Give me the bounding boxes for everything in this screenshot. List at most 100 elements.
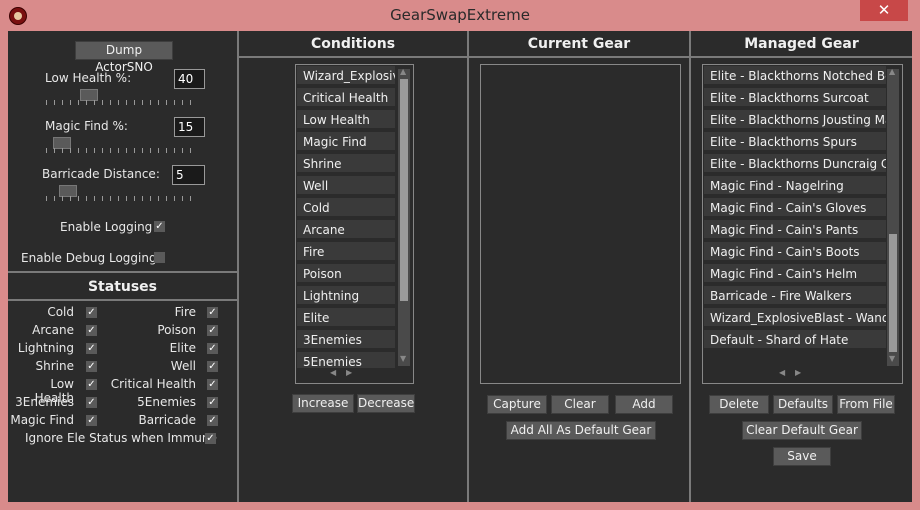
magic-find-input[interactable]: 15 xyxy=(174,117,205,137)
add-all-default-gear-button[interactable]: Add All As Default Gear xyxy=(506,421,656,440)
list-item[interactable]: Poison xyxy=(297,264,395,284)
status-checkbox[interactable]: ✓ xyxy=(86,379,97,390)
close-button[interactable]: ✕ xyxy=(860,0,908,21)
list-item[interactable]: Magic Find - Cain's Helm xyxy=(704,264,886,284)
status-label: Fire xyxy=(174,305,196,319)
list-item[interactable]: Arcane xyxy=(297,220,395,240)
capture-button[interactable]: Capture xyxy=(487,395,547,414)
status-checkbox[interactable]: ✓ xyxy=(86,343,97,354)
scroll-left-arrow[interactable]: ◀ xyxy=(779,368,785,377)
conditions-scrollbar[interactable]: ▲ ▼ xyxy=(398,67,410,366)
status-label: Arcane xyxy=(32,323,74,337)
status-label: 5Enemies xyxy=(137,395,196,409)
barricade-distance-input[interactable]: 5 xyxy=(172,165,205,185)
list-item[interactable]: Low Health xyxy=(297,110,395,130)
status-label: Shrine xyxy=(35,359,74,373)
list-item[interactable]: Magic Find - Cain's Boots xyxy=(704,242,886,262)
main-panel: Dump ActorSNO Low Health %: 40 Magic Fin… xyxy=(8,31,912,502)
add-button[interactable]: Add xyxy=(615,395,673,414)
enable-logging-checkbox[interactable]: ✓ xyxy=(154,221,165,232)
list-item[interactable]: Cold xyxy=(297,198,395,218)
list-item[interactable]: Lightning xyxy=(297,286,395,306)
list-item[interactable]: 3Enemies xyxy=(297,330,395,350)
status-label: Critical Health xyxy=(110,377,196,391)
managed-gear-title: Managed Gear xyxy=(744,36,859,52)
increase-button[interactable]: Increase xyxy=(292,394,354,413)
conditions-list[interactable]: Wizard_ExplosiveBlastCritical HealthLow … xyxy=(295,64,414,384)
scroll-down-arrow[interactable]: ▼ xyxy=(400,354,406,363)
list-item[interactable]: Wizard_ExplosiveBlast - Wand of Woh xyxy=(704,308,886,328)
low-health-slider[interactable] xyxy=(46,89,198,109)
list-item[interactable]: Elite - Blackthorns Jousting Mail xyxy=(704,110,886,130)
title-bar[interactable]: GearSwapExtreme ✕ xyxy=(0,0,920,31)
status-checkbox[interactable]: ✓ xyxy=(207,307,218,318)
status-checkbox[interactable]: ✓ xyxy=(207,379,218,390)
current-gear-list[interactable] xyxy=(480,64,681,384)
clear-default-gear-button[interactable]: Clear Default Gear xyxy=(742,421,862,440)
decrease-button[interactable]: Decrease xyxy=(357,394,415,413)
status-checkbox[interactable]: ✓ xyxy=(86,325,97,336)
dump-actorsno-button[interactable]: Dump ActorSNO xyxy=(75,41,173,74)
low-health-input[interactable]: 40 xyxy=(174,69,205,89)
from-file-button[interactable]: From File xyxy=(837,395,895,414)
divider xyxy=(237,31,239,502)
scroll-up-arrow[interactable]: ▲ xyxy=(889,67,895,76)
list-item[interactable]: Well xyxy=(297,176,395,196)
list-item[interactable]: Elite - Blackthorns Notched Belt xyxy=(704,66,886,86)
clear-button[interactable]: Clear xyxy=(551,395,609,414)
divider xyxy=(8,271,237,273)
status-checkbox[interactable]: ✓ xyxy=(86,307,97,318)
list-item[interactable]: Magic Find - Nagelring xyxy=(704,176,886,196)
barricade-distance-slider[interactable] xyxy=(46,185,198,205)
scroll-left-arrow[interactable]: ◀ xyxy=(330,368,336,377)
save-button[interactable]: Save xyxy=(773,447,831,466)
barricade-distance-label: Barricade Distance: xyxy=(42,167,160,181)
list-item[interactable]: Default - Shard of Hate xyxy=(704,330,886,350)
list-item[interactable]: Critical Health xyxy=(297,88,395,108)
status-checkbox[interactable]: ✓ xyxy=(207,415,218,426)
low-health-label: Low Health %: xyxy=(45,71,132,85)
scrollbar-thumb[interactable] xyxy=(400,79,408,301)
list-item[interactable]: Shrine xyxy=(297,154,395,174)
status-label: Cold xyxy=(47,305,74,319)
status-checkbox[interactable]: ✓ xyxy=(86,361,97,372)
magic-find-slider[interactable] xyxy=(46,137,198,157)
scroll-down-arrow[interactable]: ▼ xyxy=(889,354,895,363)
delete-button[interactable]: Delete xyxy=(709,395,769,414)
list-item[interactable]: Barricade - Fire Walkers xyxy=(704,286,886,306)
list-item[interactable]: Magic Find xyxy=(297,132,395,152)
scrollbar-thumb[interactable] xyxy=(889,234,897,352)
magic-find-label: Magic Find %: xyxy=(45,119,128,133)
managed-gear-list[interactable]: Elite - Blackthorns Notched Belt Elite - … xyxy=(702,64,903,384)
list-item[interactable]: Elite - Blackthorns Surcoat xyxy=(704,88,886,108)
list-item[interactable]: Fire xyxy=(297,242,395,262)
status-checkbox[interactable]: ✓ xyxy=(207,325,218,336)
scroll-right-arrow[interactable]: ▶ xyxy=(795,368,801,377)
list-item[interactable]: Wizard_ExplosiveBlast xyxy=(297,66,395,86)
status-checkbox[interactable]: ✓ xyxy=(86,415,97,426)
list-item[interactable]: 5Enemies xyxy=(297,352,395,368)
defaults-button[interactable]: Defaults xyxy=(773,395,833,414)
status-label: Elite xyxy=(169,341,196,355)
status-checkbox[interactable]: ✓ xyxy=(207,397,218,408)
scroll-up-arrow[interactable]: ▲ xyxy=(400,67,406,76)
scroll-right-arrow[interactable]: ▶ xyxy=(346,368,352,377)
statuses-title: Statuses xyxy=(87,279,158,295)
window-title: GearSwapExtreme xyxy=(390,6,530,24)
managed-gear-scrollbar[interactable]: ▲ ▼ xyxy=(887,67,899,366)
list-item[interactable]: Magic Find - Cain's Pants xyxy=(704,220,886,240)
status-checkbox[interactable]: ✓ xyxy=(207,343,218,354)
divider xyxy=(689,31,691,502)
enable-debug-logging-checkbox[interactable]: ✓ xyxy=(154,252,165,263)
list-item[interactable]: Elite xyxy=(297,308,395,328)
statuses-right-column: Fire ✓ Poison ✓ Elite ✓ Well ✓ Critical Health ✓ 5… xyxy=(108,305,237,435)
list-item[interactable]: Elite - Blackthorns Spurs xyxy=(704,132,886,152)
status-label: 3Enemies xyxy=(15,395,74,409)
status-checkbox[interactable]: ✓ xyxy=(86,397,97,408)
slider-ticks xyxy=(46,100,198,105)
list-item[interactable]: Magic Find - Cain's Gloves xyxy=(704,198,886,218)
slider-ticks xyxy=(46,196,198,201)
list-item[interactable]: Elite - Blackthorns Duncraig Cross xyxy=(704,154,886,174)
status-checkbox[interactable]: ✓ xyxy=(207,361,218,372)
ignore-ele-status-checkbox[interactable]: ✓ xyxy=(205,433,216,444)
